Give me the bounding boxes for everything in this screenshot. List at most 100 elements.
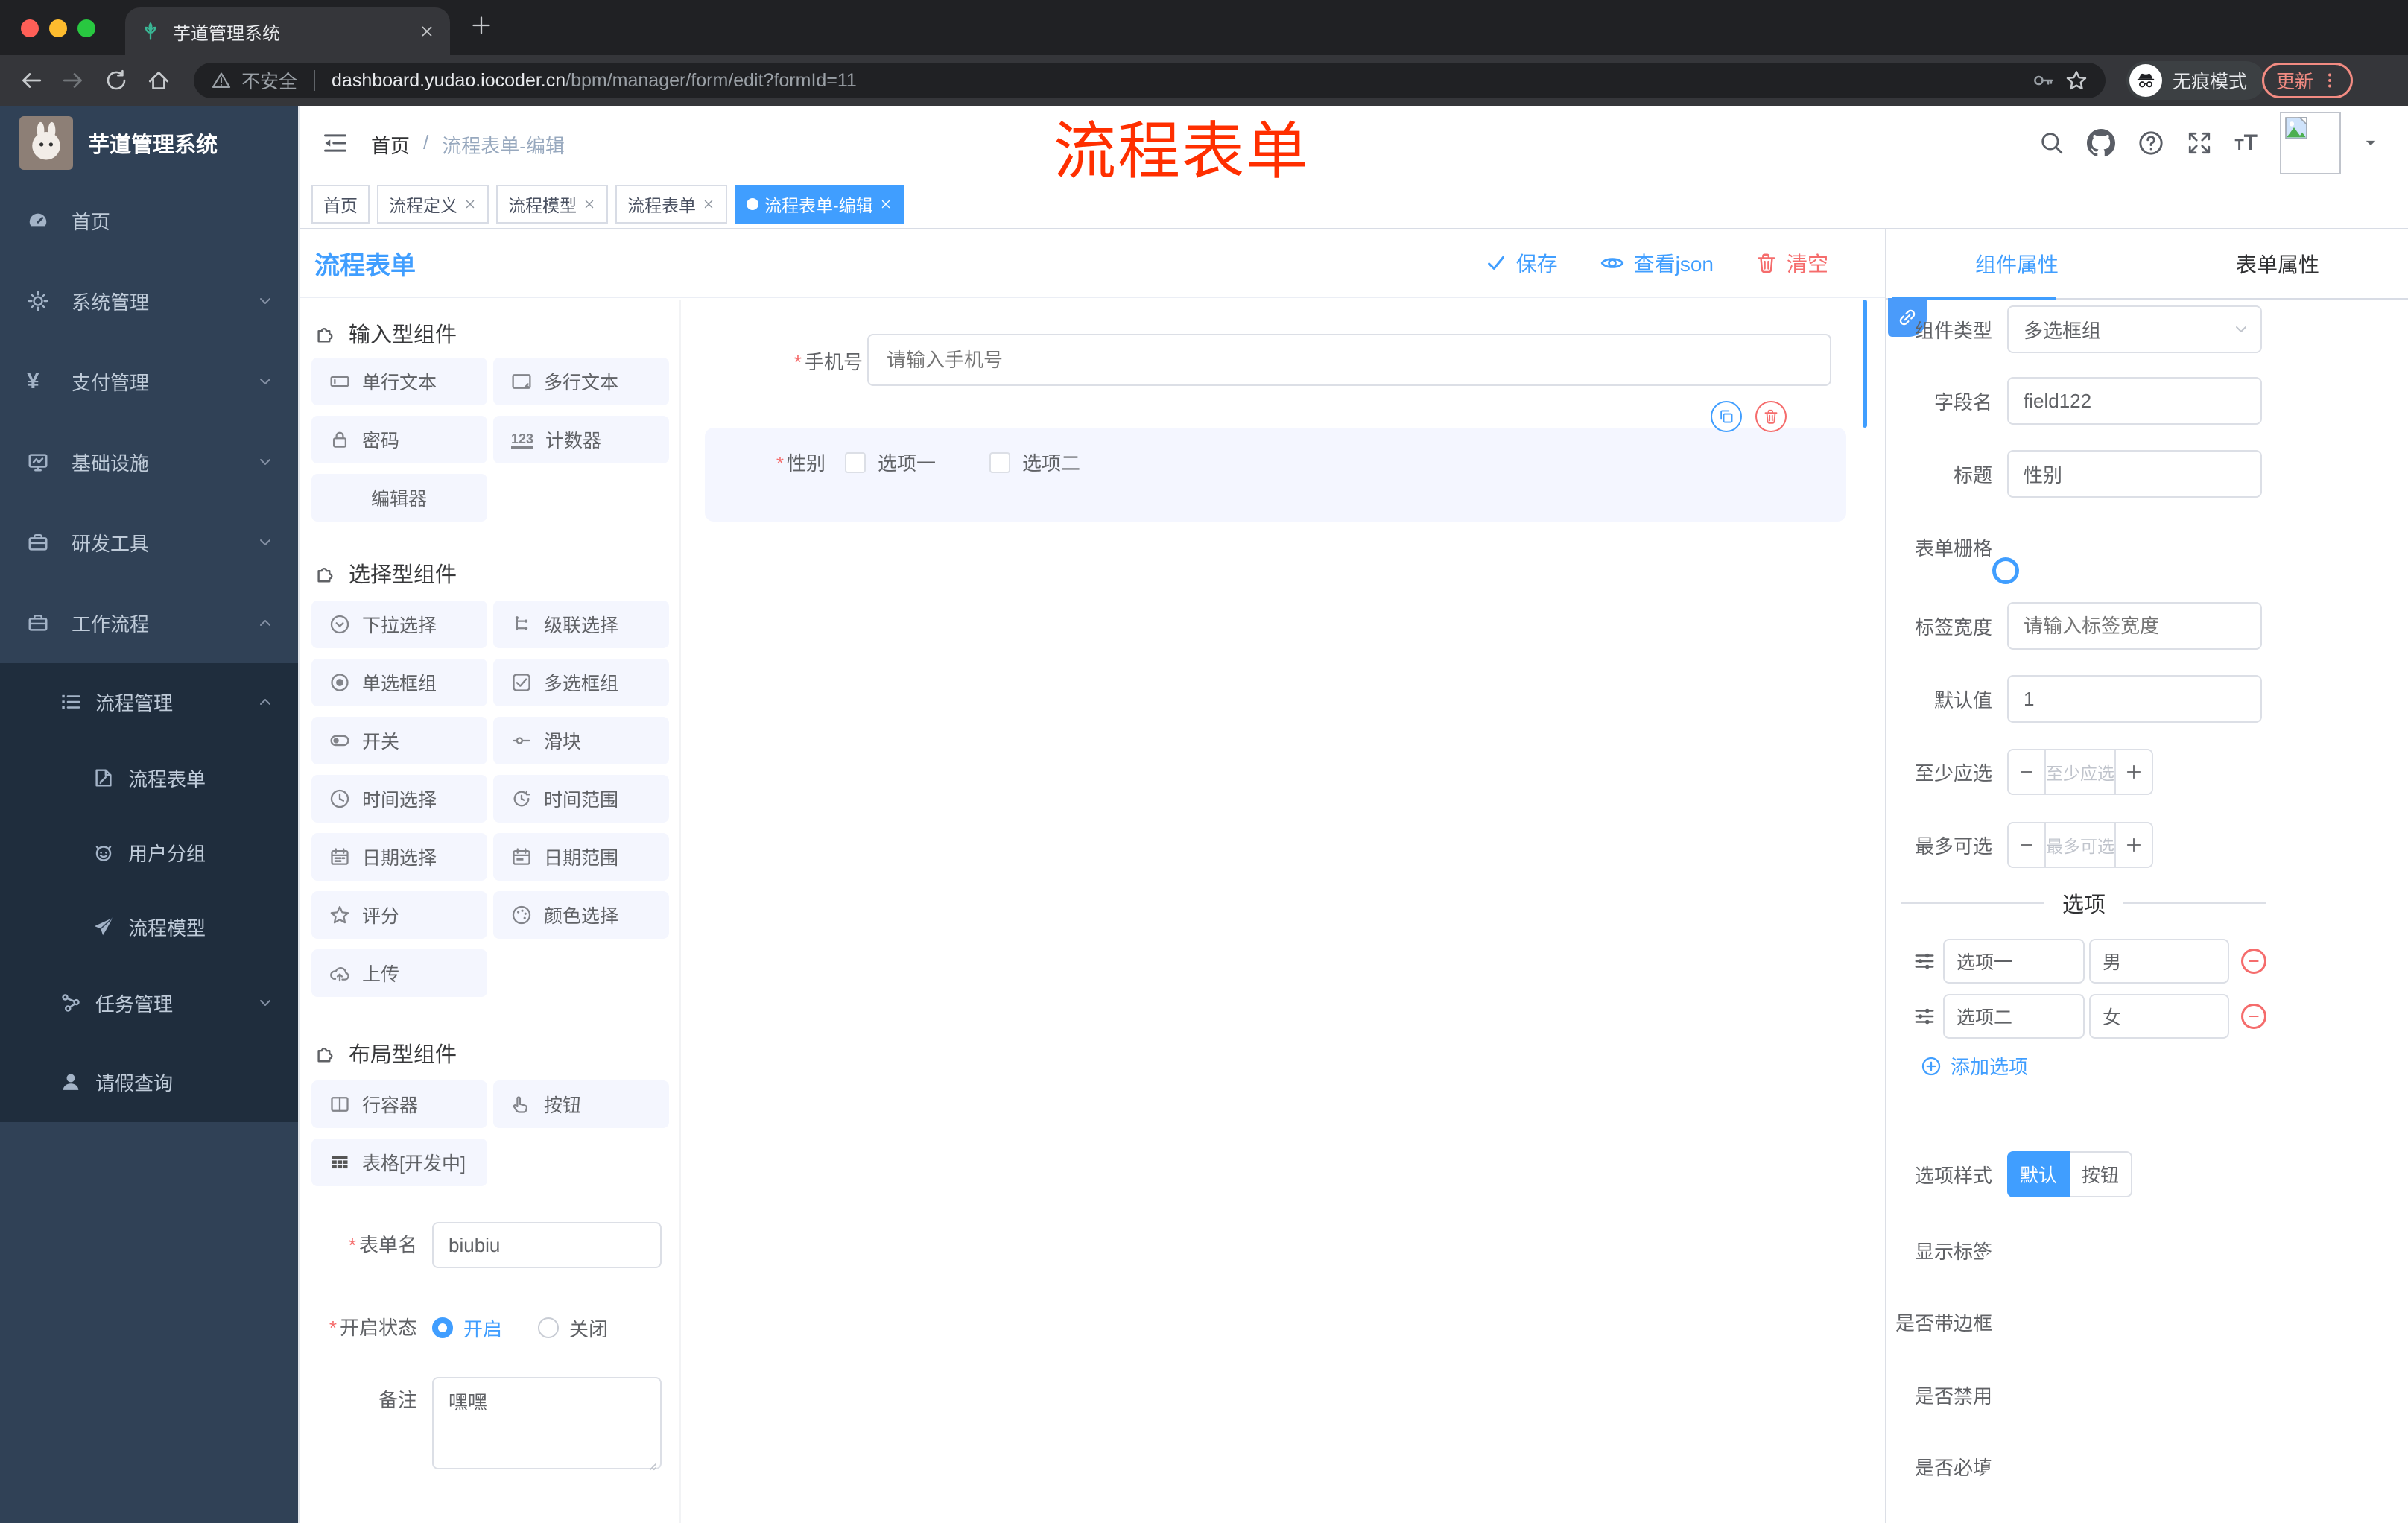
- component-date-picker[interactable]: 日期选择: [311, 833, 487, 881]
- tab-close-icon[interactable]: [419, 23, 435, 39]
- option2-label-input[interactable]: [1943, 994, 2085, 1039]
- bookmark-star-icon[interactable]: [2065, 69, 2088, 92]
- component-time-range[interactable]: 时间范围: [493, 775, 669, 823]
- component-row-container[interactable]: 行容器: [311, 1080, 487, 1128]
- style-default-button[interactable]: 默认: [2007, 1151, 2070, 1197]
- component-color-picker[interactable]: 颜色选择: [493, 891, 669, 939]
- component-checkbox-group[interactable]: 多选框组: [493, 659, 669, 706]
- component-switch[interactable]: 开关: [311, 717, 487, 764]
- stepper-placeholder[interactable]: 至少应选: [2046, 750, 2114, 794]
- remove-option-button[interactable]: [2241, 949, 2266, 974]
- stepper-minus-button[interactable]: [2009, 750, 2046, 794]
- tag-home[interactable]: 首页: [311, 185, 370, 224]
- save-button[interactable]: 保存: [1485, 248, 1558, 278]
- drag-handle-icon[interactable]: [1913, 1005, 1936, 1028]
- delete-component-button[interactable]: [1755, 401, 1787, 432]
- search-icon[interactable]: [2039, 130, 2065, 156]
- sidebar-item-workflow[interactable]: 工作流程: [0, 583, 298, 663]
- stepper-plus-button[interactable]: [2114, 823, 2152, 867]
- form-name-input[interactable]: [432, 1222, 662, 1268]
- form-remark-textarea[interactable]: 嘿嘿: [432, 1377, 662, 1469]
- window-close-button[interactable]: [21, 19, 39, 37]
- component-table-wip[interactable]: 表格[开发中]: [311, 1139, 487, 1186]
- component-slider[interactable]: 滑块: [493, 717, 669, 764]
- avatar-caret-icon[interactable]: [2363, 136, 2378, 151]
- tag-close-icon[interactable]: [583, 197, 596, 211]
- field-name-input[interactable]: [2007, 377, 2262, 425]
- sidebar-item-home[interactable]: 首页: [0, 180, 298, 261]
- component-editor[interactable]: 编辑器: [311, 474, 487, 522]
- component-radio-group[interactable]: 单选框组: [311, 659, 487, 706]
- gender-checkbox-option2[interactable]: 选项二: [989, 449, 1080, 476]
- sidebar-item-devtools[interactable]: 研发工具: [0, 502, 298, 583]
- component-dropdown[interactable]: 下拉选择: [311, 601, 487, 648]
- font-size-icon[interactable]: TT: [2234, 130, 2258, 156]
- status-radio-off[interactable]: 关闭: [538, 1314, 608, 1342]
- component-cascader[interactable]: 级联选择: [493, 601, 669, 648]
- sidebar-item-task-mgmt[interactable]: 任务管理: [0, 964, 298, 1042]
- sidebar-item-process-mgmt[interactable]: 流程管理: [0, 663, 298, 741]
- sidebar-item-infra[interactable]: 基础设施: [0, 422, 298, 502]
- default-value-input[interactable]: [2007, 675, 2262, 723]
- tag-close-icon[interactable]: [879, 197, 893, 211]
- user-avatar-broken-image[interactable]: [2280, 112, 2341, 174]
- title-input[interactable]: [2007, 450, 2262, 498]
- drag-handle-icon[interactable]: [1913, 950, 1936, 972]
- sidebar-fold-icon[interactable]: [322, 130, 349, 156]
- tag-process-definition[interactable]: 流程定义: [377, 185, 489, 224]
- label-width-input[interactable]: [2007, 602, 2262, 650]
- stepper-plus-button[interactable]: [2114, 750, 2152, 794]
- sidebar-item-system[interactable]: 系统管理: [0, 261, 298, 341]
- window-zoom-button[interactable]: [77, 19, 95, 37]
- add-option-button[interactable]: 添加选项: [1921, 1052, 2028, 1080]
- address-bar[interactable]: 不安全 dashboard.yudao.iocoder.cn/bpm/manag…: [194, 63, 2106, 98]
- tag-process-form-edit-active[interactable]: 流程表单-编辑: [735, 185, 904, 224]
- tag-close-icon[interactable]: [702, 197, 715, 211]
- option1-value-input[interactable]: [2089, 939, 2229, 984]
- remove-option-button[interactable]: [2241, 1004, 2266, 1029]
- slider-handle[interactable]: [1992, 557, 2019, 584]
- option1-label-input[interactable]: [1943, 939, 2085, 984]
- stepper-minus-button[interactable]: [2009, 823, 2046, 867]
- component-password[interactable]: 密码: [311, 416, 487, 463]
- clear-button[interactable]: 清空: [1755, 248, 1828, 278]
- component-date-range[interactable]: 日期范围: [493, 833, 669, 881]
- component-upload[interactable]: 上传: [311, 949, 487, 997]
- option2-value-input[interactable]: [2089, 994, 2229, 1039]
- browser-tab[interactable]: 芋道管理系统: [125, 7, 450, 55]
- fullscreen-icon[interactable]: [2187, 130, 2212, 156]
- style-button-button[interactable]: 按钮: [2070, 1151, 2132, 1197]
- component-type-select[interactable]: 多选框组: [2007, 305, 2262, 353]
- breadcrumb-home[interactable]: 首页: [371, 131, 410, 159]
- tab-component-props[interactable]: 组件属性: [1886, 229, 2147, 298]
- sidebar-item-payment[interactable]: ¥ 支付管理: [0, 341, 298, 422]
- status-radio-on[interactable]: 开启: [432, 1314, 502, 1342]
- stepper-placeholder[interactable]: 最多可选: [2046, 823, 2114, 867]
- tag-close-icon[interactable]: [463, 197, 477, 211]
- home-icon[interactable]: [146, 68, 171, 93]
- component-multi-line-text[interactable]: 多行文本: [493, 358, 669, 405]
- canvas-scrollbar-thumb[interactable]: [1863, 300, 1867, 428]
- view-json-button[interactable]: 查看json: [1600, 248, 1714, 278]
- component-button[interactable]: 按钮: [493, 1080, 669, 1128]
- tag-process-form[interactable]: 流程表单: [615, 185, 727, 224]
- sidebar-item-process-form[interactable]: 流程表单: [0, 741, 298, 815]
- copy-component-button[interactable]: [1711, 401, 1742, 432]
- browser-update-button[interactable]: 更新: [2262, 63, 2354, 98]
- forward-icon[interactable]: [61, 68, 86, 93]
- component-counter[interactable]: 123 计数器: [493, 416, 669, 463]
- sidebar-item-process-model[interactable]: 流程模型: [0, 890, 298, 964]
- window-minimize-button[interactable]: [49, 19, 67, 37]
- component-rate[interactable]: 评分: [311, 891, 487, 939]
- sidebar-item-user-group[interactable]: 用户分组: [0, 815, 298, 890]
- gender-checkbox-option1[interactable]: 选项一: [845, 449, 936, 476]
- component-time-picker[interactable]: 时间选择: [311, 775, 487, 823]
- github-icon[interactable]: [2087, 129, 2115, 157]
- tab-form-props[interactable]: 表单属性: [2147, 229, 2408, 298]
- tag-process-model[interactable]: 流程模型: [496, 185, 608, 224]
- phone-field-input[interactable]: [867, 334, 1831, 386]
- component-single-line-text[interactable]: 单行文本: [311, 358, 487, 405]
- browser-menu-icon[interactable]: [2321, 72, 2339, 89]
- sidebar-item-leave-query[interactable]: 请假查询: [0, 1042, 298, 1122]
- selected-component-gender[interactable]: * 性别 选项一 选项二: [705, 428, 1846, 522]
